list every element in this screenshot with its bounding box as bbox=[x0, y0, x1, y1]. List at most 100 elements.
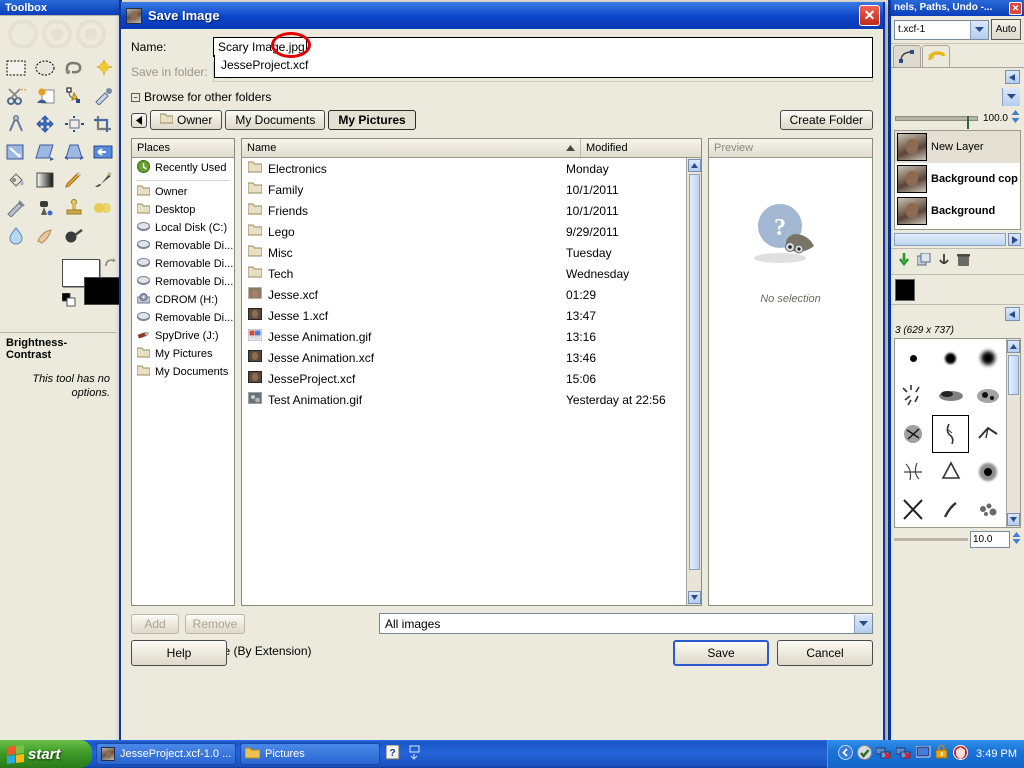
dodge-burn-tool[interactable] bbox=[31, 222, 59, 249]
create-folder-button[interactable]: Create Folder bbox=[779, 110, 873, 130]
opacity-slider-knob[interactable] bbox=[967, 115, 970, 129]
place-item-recently-used[interactable]: Recently Used bbox=[132, 158, 234, 178]
place-item-my-pictures[interactable]: My Pictures bbox=[132, 345, 234, 363]
brush-item[interactable] bbox=[969, 491, 1006, 527]
place-item-spydrive-j[interactable]: SpyDrive (J:) bbox=[132, 327, 234, 345]
browse-other-folders-toggle[interactable]: − Browse for other folders bbox=[131, 90, 873, 104]
table-row[interactable]: Family 10/1/2011 bbox=[242, 179, 686, 200]
brush-item[interactable] bbox=[969, 339, 1006, 377]
rotate-tool[interactable] bbox=[2, 138, 30, 165]
brush-item[interactable] bbox=[932, 491, 969, 527]
clone-tool[interactable] bbox=[60, 194, 88, 221]
fuzzy-select-tool[interactable] bbox=[89, 54, 117, 81]
table-row[interactable]: Jesse Animation.gif 13:16 bbox=[242, 326, 686, 347]
table-row[interactable]: Test Animation.gif Yesterday at 22:56 bbox=[242, 389, 686, 410]
table-row[interactable]: Electronics Monday bbox=[242, 158, 686, 179]
color-picker-tool[interactable] bbox=[89, 82, 117, 109]
brush-item[interactable] bbox=[895, 339, 932, 377]
brush-item[interactable] bbox=[895, 491, 932, 527]
brush-item[interactable] bbox=[932, 377, 969, 415]
network-disconnected-icon-2[interactable] bbox=[895, 745, 912, 763]
help-button[interactable]: Help bbox=[131, 640, 227, 666]
table-row[interactable]: Jesse.xcf 01:29 bbox=[242, 284, 686, 305]
shear-tool[interactable] bbox=[31, 138, 59, 165]
add-button[interactable]: Add bbox=[131, 613, 179, 634]
column-header-name[interactable]: Name bbox=[242, 139, 581, 157]
perspective-tool[interactable] bbox=[60, 138, 88, 165]
display-settings-icon[interactable] bbox=[915, 745, 931, 763]
image-combo[interactable]: t.xcf-1 bbox=[894, 19, 989, 40]
tab-undo-history[interactable] bbox=[922, 45, 950, 67]
crop-tool[interactable] bbox=[89, 110, 117, 137]
brush-size-value[interactable]: 10.0 bbox=[970, 531, 1010, 548]
filetype-filter-combo[interactable]: All images bbox=[379, 613, 873, 634]
scroll-down-icon[interactable] bbox=[687, 591, 701, 604]
paintbrush-tool[interactable] bbox=[89, 166, 117, 193]
move-tool[interactable] bbox=[31, 110, 59, 137]
brush-item[interactable] bbox=[932, 453, 969, 491]
brush-item[interactable] bbox=[969, 415, 1006, 453]
antivirus-shield-icon[interactable] bbox=[857, 745, 873, 763]
auto-button[interactable]: Auto bbox=[991, 19, 1021, 40]
file-list[interactable]: Electronics Monday Family 10/1/2011 Frie… bbox=[242, 158, 686, 605]
chevron-down-icon[interactable] bbox=[854, 614, 872, 633]
reset-colors-icon[interactable] bbox=[61, 292, 76, 307]
swap-colors-icon[interactable] bbox=[104, 257, 118, 274]
paths-tool[interactable] bbox=[60, 82, 88, 109]
filename-input[interactable]: Scary Image.jpg bbox=[213, 37, 873, 57]
scroll-right-icon[interactable] bbox=[1008, 233, 1021, 246]
brush-vscrollbar[interactable] bbox=[1006, 339, 1020, 527]
cancel-button[interactable]: Cancel bbox=[777, 640, 873, 666]
brush-item[interactable] bbox=[932, 339, 969, 377]
breadcrumb-item-my-pictures[interactable]: My Pictures bbox=[328, 110, 416, 130]
brush-size-stepper[interactable] bbox=[1012, 532, 1021, 547]
brush-size-slider[interactable] bbox=[894, 538, 968, 541]
dock-color-swatch[interactable] bbox=[895, 278, 915, 301]
smudge-tool[interactable] bbox=[2, 222, 30, 249]
place-item-removable-4[interactable]: Removable Di... bbox=[132, 309, 234, 327]
window-stack-icon[interactable] bbox=[408, 745, 420, 764]
close-icon[interactable]: ✕ bbox=[1009, 1, 1022, 15]
table-row[interactable]: JesseProject.xcf 15:06 bbox=[242, 368, 686, 389]
security-center-icon[interactable] bbox=[953, 745, 969, 763]
brush-item[interactable] bbox=[969, 453, 1006, 491]
table-row[interactable]: Friends 10/1/2011 bbox=[242, 200, 686, 221]
place-item-local-disk-c[interactable]: Local Disk (C:) bbox=[132, 219, 234, 237]
breadcrumb-item-my-documents[interactable]: My Documents bbox=[225, 110, 326, 130]
scissors-select-tool[interactable] bbox=[2, 82, 30, 109]
collapse-expander-icon[interactable]: − bbox=[131, 92, 140, 102]
scroll-up-icon[interactable] bbox=[687, 159, 701, 172]
table-row[interactable]: Misc Tuesday bbox=[242, 242, 686, 263]
brush-item[interactable] bbox=[895, 377, 932, 415]
place-item-cdrom-h[interactable]: CDROM (H:) bbox=[132, 291, 234, 309]
brush-item-selected[interactable] bbox=[932, 415, 969, 453]
anchor-layer-icon[interactable] bbox=[937, 253, 951, 270]
column-header-modified[interactable]: Modified bbox=[581, 139, 701, 157]
start-button[interactable]: start bbox=[0, 740, 92, 768]
brush-collapse-icon[interactable] bbox=[1005, 307, 1020, 321]
opacity-stepper[interactable] bbox=[1011, 110, 1020, 126]
brush-item[interactable] bbox=[895, 415, 932, 453]
layer-item[interactable]: Background bbox=[895, 195, 1020, 227]
place-item-owner[interactable]: Owner bbox=[132, 183, 234, 201]
save-button[interactable]: Save bbox=[673, 640, 769, 666]
clock[interactable]: 3:49 PM bbox=[976, 748, 1017, 760]
taskbar-item-gimp[interactable]: JesseProject.xcf-1.0 ... bbox=[96, 743, 236, 765]
network-disconnected-icon[interactable] bbox=[875, 745, 892, 763]
chevron-down-icon[interactable] bbox=[970, 20, 988, 39]
layer-item[interactable]: New Layer bbox=[895, 131, 1020, 163]
free-select-tool[interactable] bbox=[60, 54, 88, 81]
flip-tool[interactable] bbox=[89, 138, 117, 165]
mode-chevron-down-icon[interactable] bbox=[1002, 88, 1020, 106]
eraser-tool[interactable] bbox=[60, 222, 88, 249]
layer-hscrollbar[interactable] bbox=[894, 232, 1021, 246]
delete-layer-icon[interactable] bbox=[957, 253, 970, 270]
pencil-tool[interactable] bbox=[60, 166, 88, 193]
close-icon[interactable]: ✕ bbox=[859, 5, 880, 26]
measure-tool[interactable] bbox=[2, 110, 30, 137]
bucket-fill-tool[interactable] bbox=[2, 166, 30, 193]
scroll-thumb[interactable] bbox=[688, 174, 700, 570]
table-row[interactable]: Lego 9/29/2011 bbox=[242, 221, 686, 242]
place-item-desktop[interactable]: Desktop bbox=[132, 201, 234, 219]
taskbar-item-pictures[interactable]: Pictures bbox=[240, 743, 380, 765]
